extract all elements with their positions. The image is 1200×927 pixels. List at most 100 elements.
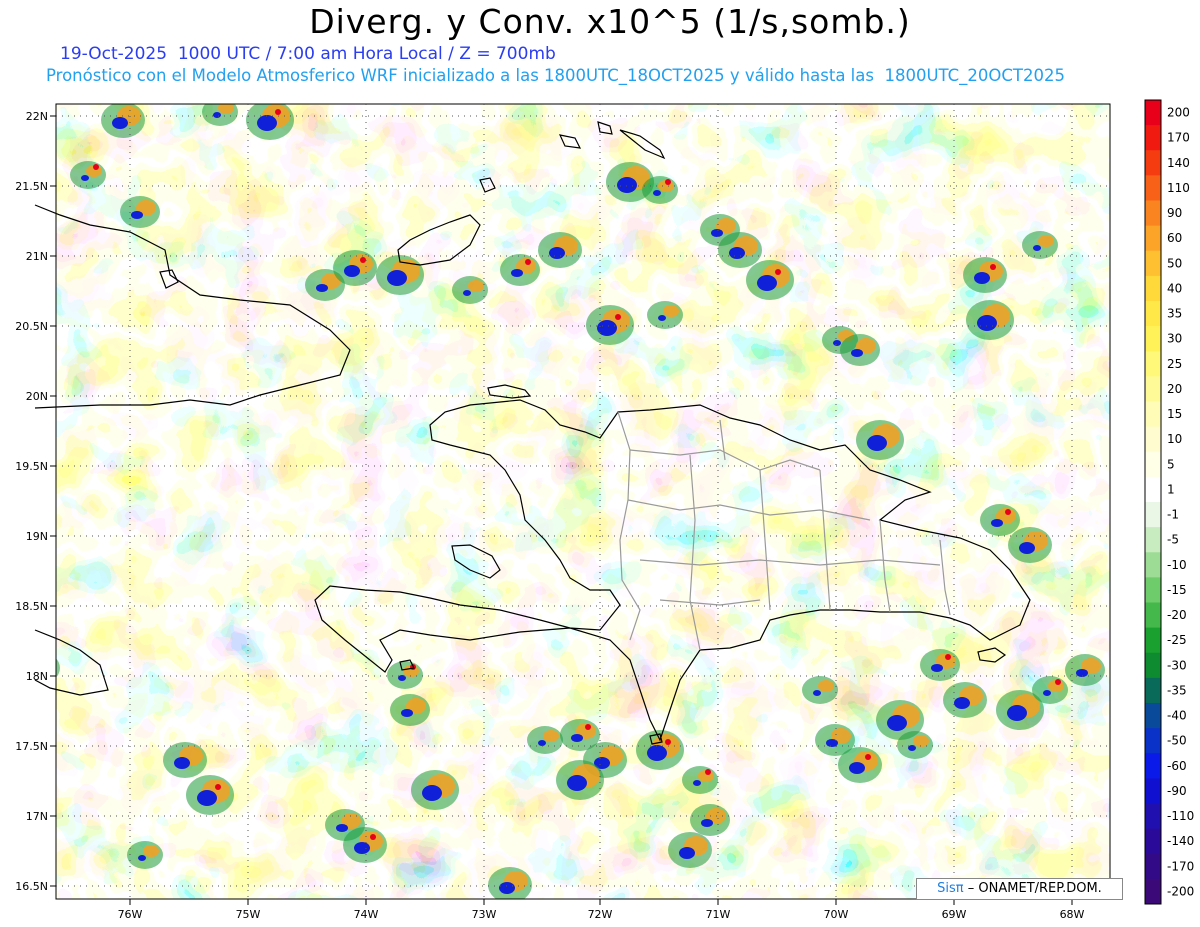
strong-convergence-core	[851, 349, 863, 357]
colorbar-label: 15	[1167, 407, 1182, 421]
colorbar-segment	[1145, 602, 1161, 629]
colorbar-label: 110	[1167, 181, 1190, 195]
strong-divergence-core	[665, 739, 671, 745]
strong-divergence-core	[525, 259, 531, 265]
strong-convergence-core	[571, 734, 583, 742]
divergence-field	[56, 104, 1110, 899]
colorbar-label: 50	[1167, 256, 1182, 270]
strong-convergence-core	[112, 117, 128, 129]
strong-divergence-core	[990, 264, 996, 270]
colorbar-label: -110	[1167, 809, 1194, 823]
strong-convergence-core	[499, 882, 515, 894]
colorbar-segment	[1145, 301, 1161, 327]
colorbar-segment	[1145, 853, 1161, 880]
colorbar-segment	[1145, 250, 1161, 277]
colorbar-segment	[1145, 627, 1161, 654]
colorbar-label: 170	[1167, 131, 1190, 145]
colorbar-label: 200	[1167, 106, 1190, 120]
colorbar-segment	[1145, 326, 1161, 352]
strong-divergence-core	[775, 269, 781, 275]
colorbar-segment	[1145, 527, 1161, 553]
strong-convergence-core	[849, 762, 865, 774]
divergence-cell	[543, 730, 559, 742]
strong-divergence-core	[665, 179, 671, 185]
colorbar-label: -170	[1167, 859, 1194, 873]
divergence-cell	[1038, 235, 1054, 247]
strong-convergence-core	[567, 775, 587, 791]
colorbar-segment	[1145, 100, 1161, 126]
strong-convergence-core	[354, 842, 370, 854]
colorbar-segment	[1145, 703, 1161, 729]
colorbar-label: 25	[1167, 357, 1182, 371]
colorbar-label: 10	[1167, 432, 1182, 446]
colorbar-label: 5	[1167, 457, 1175, 471]
colorbar-segment	[1145, 175, 1161, 201]
colorbar-label: -30	[1167, 658, 1187, 672]
colorbar-label: -90	[1167, 784, 1187, 798]
strong-convergence-core	[658, 315, 666, 321]
convergence-cell	[1032, 676, 1068, 704]
colorbar-segment	[1145, 150, 1161, 176]
strong-convergence-core	[991, 519, 1003, 527]
strong-convergence-core	[1007, 705, 1027, 721]
credit-text: – ONAMET/REP.DOM.	[967, 881, 1102, 896]
colorbar: 200 170 140 110 90 60 50 40 35 30 25 20 15 10 5 1 -1 -5 -1…	[1144, 99, 1194, 905]
strong-convergence-core	[833, 340, 841, 346]
lat-label: 21.5N	[15, 180, 48, 193]
strong-divergence-core	[585, 724, 591, 730]
strong-convergence-core	[511, 269, 523, 277]
colorbar-segment	[1145, 878, 1161, 905]
lat-label: 19.5N	[15, 460, 48, 473]
convergence-cell	[202, 104, 238, 126]
credit-box: Sisπ – ONAMET/REP.DOM.	[916, 878, 1123, 900]
colorbar-label: -15	[1167, 583, 1187, 597]
strong-convergence-core	[81, 175, 89, 181]
strong-divergence-core	[360, 257, 366, 263]
strong-convergence-core	[1019, 542, 1035, 554]
colorbar-segment	[1145, 225, 1161, 252]
colorbar-label: -40	[1167, 709, 1187, 723]
strong-convergence-core	[344, 265, 360, 277]
strong-convergence-core	[653, 190, 661, 196]
colorbar-segment	[1145, 125, 1161, 151]
lon-label: 72W	[588, 908, 613, 921]
colorbar-label: -25	[1167, 633, 1187, 647]
lat-label: 21N	[26, 250, 48, 263]
lat-label: 17N	[26, 810, 48, 823]
lon-label: 75W	[236, 908, 261, 921]
colorbar-segment	[1145, 502, 1161, 528]
convergence-cell	[897, 731, 933, 759]
strong-convergence-core	[197, 790, 217, 806]
strong-convergence-core	[463, 290, 471, 296]
colorbar-label: 30	[1167, 332, 1182, 346]
colorbar-segment	[1145, 652, 1161, 679]
strong-convergence-core	[174, 757, 190, 769]
strong-convergence-core	[867, 435, 887, 451]
strong-divergence-core	[1055, 679, 1061, 685]
colorbar-label: -200	[1167, 884, 1194, 898]
strong-convergence-core	[679, 847, 695, 859]
colorbar-segment	[1145, 476, 1161, 503]
strong-convergence-core	[138, 855, 146, 861]
divergence-cell	[143, 845, 159, 857]
colorbar-segment	[1145, 552, 1161, 578]
colorbar-segment	[1145, 451, 1161, 478]
convergence-cell	[682, 766, 718, 794]
strong-convergence-core	[131, 211, 143, 219]
convergence-cell	[642, 176, 678, 204]
lon-label: 74W	[354, 908, 379, 921]
strong-convergence-core	[597, 320, 617, 336]
strong-convergence-core	[693, 780, 701, 786]
convergence-cell	[802, 676, 838, 704]
strong-convergence-core	[974, 272, 990, 284]
lon-label: 68W	[1060, 908, 1085, 921]
strong-convergence-core	[336, 824, 348, 832]
strong-divergence-core	[1005, 509, 1011, 515]
lat-label: 19N	[26, 530, 48, 543]
lat-label: 18.5N	[15, 600, 48, 613]
strong-convergence-core	[1033, 245, 1041, 251]
strong-convergence-core	[549, 247, 565, 259]
lat-label: 20N	[26, 390, 48, 403]
colorbar-label: 140	[1167, 156, 1190, 170]
lat-label: 17.5N	[15, 740, 48, 753]
